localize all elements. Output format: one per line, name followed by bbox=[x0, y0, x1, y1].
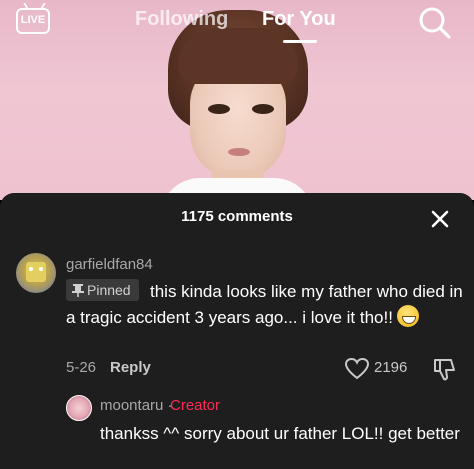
avatar[interactable] bbox=[66, 395, 92, 421]
pinned-label: Pinned bbox=[87, 282, 131, 298]
like-count: 2196 bbox=[374, 359, 408, 376]
heart-icon[interactable] bbox=[344, 357, 370, 381]
reply-text: thankss ^^ sorry about ur father LOL!! g… bbox=[100, 424, 460, 443]
search-icon[interactable] bbox=[418, 6, 452, 40]
live-button[interactable]: LIVE bbox=[16, 8, 50, 34]
creator-badge: Creator bbox=[170, 397, 221, 414]
avatar[interactable] bbox=[16, 253, 56, 293]
reply-username[interactable]: moontaru · bbox=[100, 397, 173, 414]
tab-for-you[interactable]: For You bbox=[262, 8, 336, 31]
character-right-eye bbox=[252, 104, 274, 114]
avatar-character bbox=[26, 262, 46, 282]
close-icon[interactable] bbox=[430, 209, 450, 229]
reply-username-text[interactable]: moontaru bbox=[100, 397, 163, 414]
comment-date: 5-26 bbox=[66, 359, 97, 376]
reply-button[interactable]: Reply bbox=[110, 359, 151, 376]
pin-icon bbox=[72, 284, 84, 297]
dislike-icon[interactable] bbox=[432, 357, 456, 383]
comment-username[interactable]: garfieldfan84 bbox=[66, 256, 153, 273]
character-lips bbox=[228, 148, 250, 156]
avatar-eyes bbox=[29, 267, 43, 272]
grinning-face-icon bbox=[396, 305, 419, 327]
top-navigation: LIVE Following For You bbox=[0, 0, 474, 48]
character-left-eye bbox=[208, 104, 230, 114]
pinned-badge: Pinned bbox=[66, 279, 139, 301]
tab-following[interactable]: Following bbox=[135, 8, 228, 31]
active-tab-indicator bbox=[283, 40, 317, 43]
comments-sheet: 1175 comments garfieldfan84 this kinda l… bbox=[0, 193, 474, 469]
comments-count-title: 1175 comments bbox=[181, 208, 293, 225]
